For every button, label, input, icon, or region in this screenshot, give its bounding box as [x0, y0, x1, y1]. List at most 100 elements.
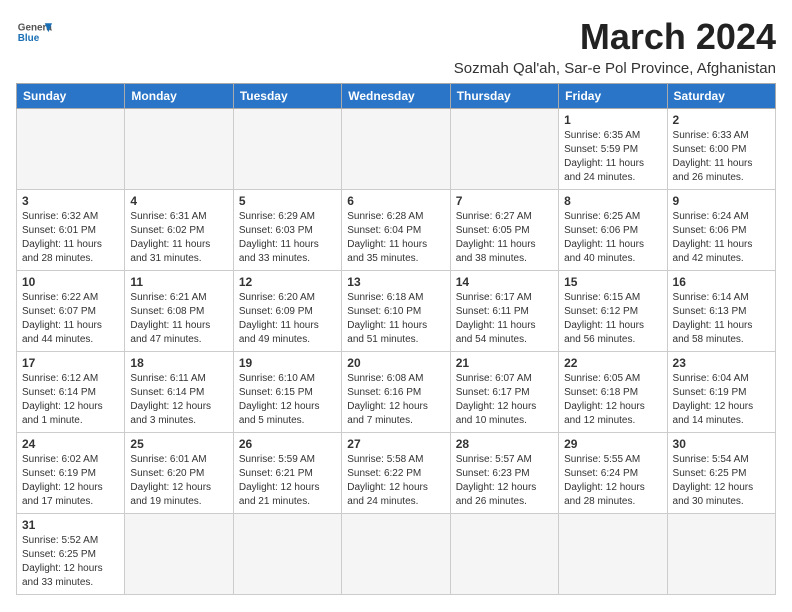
calendar-cell: 24Sunrise: 6:02 AM Sunset: 6:19 PM Dayli… — [17, 433, 125, 514]
day-number: 22 — [564, 356, 661, 370]
day-number: 23 — [673, 356, 770, 370]
calendar-cell: 10 Sunrise: 6:22 AM Sunset: 6:07 PM Dayli… — [17, 271, 125, 352]
day-header-monday: Monday — [125, 84, 233, 109]
day-number: 14 — [456, 275, 553, 289]
day-info: Sunrise: 5:57 AM Sunset: 6:23 PM Dayligh… — [456, 453, 553, 509]
calendar-cell: 29Sunrise: 5:55 AM Sunset: 6:24 PM Dayli… — [559, 433, 667, 514]
day-info: Sunrise: 6:29 AM Sunset: 6:03 PM Dayligh… — [239, 210, 336, 266]
location-subtitle: Sozmah Qal'ah, Sar-e Pol Province, Afgha… — [454, 60, 776, 77]
calendar-cell: 28 Sunrise: 5:57 AM Sunset: 6:23 PM Dayli… — [450, 433, 558, 514]
day-info: Sunrise: 6:11 AM Sunset: 6:14 PM Dayligh… — [130, 372, 227, 428]
day-number: 12 — [239, 275, 336, 289]
day-info: Sunrise: 6:17 AM Sunset: 6:11 PM Dayligh… — [456, 291, 553, 347]
page-header: 🌐 General Blue March 2024 Sozmah Qal'ah,… — [16, 16, 776, 77]
day-info: Sunrise: 5:58 AM Sunset: 6:22 PM Dayligh… — [347, 453, 444, 509]
day-info: Sunrise: 5:59 AM Sunset: 6:21 PM Dayligh… — [239, 453, 336, 509]
day-number: 4 — [130, 194, 227, 208]
calendar-cell: 1 Sunrise: 6:35 AM Sunset: 5:59 PM Daylig… — [559, 109, 667, 190]
title-block: March 2024 Sozmah Qal'ah, Sar-e Pol Prov… — [454, 16, 776, 77]
day-number: 1 — [564, 113, 661, 127]
day-number: 9 — [673, 194, 770, 208]
calendar-cell — [450, 514, 558, 595]
day-header-sunday: Sunday — [17, 84, 125, 109]
calendar-cell: 26Sunrise: 5:59 AM Sunset: 6:21 PM Dayli… — [233, 433, 341, 514]
calendar-cell: 11Sunrise: 6:21 AM Sunset: 6:08 PM Dayli… — [125, 271, 233, 352]
logo-icon: 🌐 General Blue — [16, 16, 52, 52]
calendar-cell: 4Sunrise: 6:31 AM Sunset: 6:02 PM Daylig… — [125, 190, 233, 271]
day-info: Sunrise: 6:18 AM Sunset: 6:10 PM Dayligh… — [347, 291, 444, 347]
day-info: Sunrise: 6:14 AM Sunset: 6:13 PM Dayligh… — [673, 291, 770, 347]
day-number: 3 — [22, 194, 119, 208]
day-header-saturday: Saturday — [667, 84, 775, 109]
calendar-cell: 13 Sunrise: 6:18 AM Sunset: 6:10 PM Dayli… — [342, 271, 450, 352]
day-number: 20 — [347, 356, 444, 370]
calendar-cell: 19Sunrise: 6:10 AM Sunset: 6:15 PM Dayli… — [233, 352, 341, 433]
day-info: Sunrise: 6:32 AM Sunset: 6:01 PM Dayligh… — [22, 210, 119, 266]
calendar-cell: 3 Sunrise: 6:32 AM Sunset: 6:01 PM Daylig… — [17, 190, 125, 271]
calendar-cell — [342, 109, 450, 190]
calendar-table: SundayMondayTuesdayWednesdayThursdayFrid… — [16, 83, 776, 595]
day-number: 17 — [22, 356, 119, 370]
day-info: Sunrise: 6:28 AM Sunset: 6:04 PM Dayligh… — [347, 210, 444, 266]
day-number: 15 — [564, 275, 661, 289]
calendar-cell — [233, 109, 341, 190]
calendar-cell: 8 Sunrise: 6:25 AM Sunset: 6:06 PM Daylig… — [559, 190, 667, 271]
day-info: Sunrise: 6:33 AM Sunset: 6:00 PM Dayligh… — [673, 129, 770, 185]
day-info: Sunrise: 6:07 AM Sunset: 6:17 PM Dayligh… — [456, 372, 553, 428]
day-header-thursday: Thursday — [450, 84, 558, 109]
day-number: 18 — [130, 356, 227, 370]
day-header-friday: Friday — [559, 84, 667, 109]
calendar-cell: 31 Sunrise: 5:52 AM Sunset: 6:25 PM Dayli… — [17, 514, 125, 595]
calendar-cell: 17 Sunrise: 6:12 AM Sunset: 6:14 PM Dayli… — [17, 352, 125, 433]
day-info: Sunrise: 6:02 AM Sunset: 6:19 PM Dayligh… — [22, 453, 119, 509]
day-number: 8 — [564, 194, 661, 208]
day-info: Sunrise: 6:12 AM Sunset: 6:14 PM Dayligh… — [22, 372, 119, 428]
day-number: 28 — [456, 437, 553, 451]
calendar-cell: 2Sunrise: 6:33 AM Sunset: 6:00 PM Daylig… — [667, 109, 775, 190]
day-number: 11 — [130, 275, 227, 289]
day-header-tuesday: Tuesday — [233, 84, 341, 109]
calendar-cell: 14 Sunrise: 6:17 AM Sunset: 6:11 PM Dayli… — [450, 271, 558, 352]
calendar-header-row: SundayMondayTuesdayWednesdayThursdayFrid… — [17, 84, 776, 109]
calendar-cell: 23Sunrise: 6:04 AM Sunset: 6:19 PM Dayli… — [667, 352, 775, 433]
calendar-cell: 6Sunrise: 6:28 AM Sunset: 6:04 PM Daylig… — [342, 190, 450, 271]
day-info: Sunrise: 6:25 AM Sunset: 6:06 PM Dayligh… — [564, 210, 661, 266]
day-header-wednesday: Wednesday — [342, 84, 450, 109]
day-info: Sunrise: 6:24 AM Sunset: 6:06 PM Dayligh… — [673, 210, 770, 266]
calendar-cell — [233, 514, 341, 595]
calendar-cell: 16 Sunrise: 6:14 AM Sunset: 6:13 PM Dayli… — [667, 271, 775, 352]
day-number: 10 — [22, 275, 119, 289]
calendar-cell — [125, 514, 233, 595]
day-info: Sunrise: 6:27 AM Sunset: 6:05 PM Dayligh… — [456, 210, 553, 266]
day-number: 16 — [673, 275, 770, 289]
calendar-cell: 18 Sunrise: 6:11 AM Sunset: 6:14 PM Dayli… — [125, 352, 233, 433]
logo: 🌐 General Blue — [16, 16, 52, 52]
day-info: Sunrise: 6:20 AM Sunset: 6:09 PM Dayligh… — [239, 291, 336, 347]
calendar-week-6: 31 Sunrise: 5:52 AM Sunset: 6:25 PM Dayli… — [17, 514, 776, 595]
day-info: Sunrise: 5:54 AM Sunset: 6:25 PM Dayligh… — [673, 453, 770, 509]
day-number: 31 — [22, 518, 119, 532]
calendar-cell: 27 Sunrise: 5:58 AM Sunset: 6:22 PM Dayli… — [342, 433, 450, 514]
day-number: 25 — [130, 437, 227, 451]
calendar-cell: 5 Sunrise: 6:29 AM Sunset: 6:03 PM Daylig… — [233, 190, 341, 271]
day-info: Sunrise: 6:22 AM Sunset: 6:07 PM Dayligh… — [22, 291, 119, 347]
calendar-cell: 9 Sunrise: 6:24 AM Sunset: 6:06 PM Daylig… — [667, 190, 775, 271]
day-number: 7 — [456, 194, 553, 208]
day-info: Sunrise: 6:35 AM Sunset: 5:59 PM Dayligh… — [564, 129, 661, 185]
day-number: 27 — [347, 437, 444, 451]
day-info: Sunrise: 6:15 AM Sunset: 6:12 PM Dayligh… — [564, 291, 661, 347]
calendar-week-2: 3 Sunrise: 6:32 AM Sunset: 6:01 PM Daylig… — [17, 190, 776, 271]
calendar-cell — [559, 514, 667, 595]
day-number: 29 — [564, 437, 661, 451]
day-info: Sunrise: 6:01 AM Sunset: 6:20 PM Dayligh… — [130, 453, 227, 509]
calendar-cell: 15 Sunrise: 6:15 AM Sunset: 6:12 PM Dayli… — [559, 271, 667, 352]
day-number: 5 — [239, 194, 336, 208]
day-number: 30 — [673, 437, 770, 451]
day-info: Sunrise: 6:10 AM Sunset: 6:15 PM Dayligh… — [239, 372, 336, 428]
calendar-cell: 30 Sunrise: 5:54 AM Sunset: 6:25 PM Dayli… — [667, 433, 775, 514]
calendar-cell — [17, 109, 125, 190]
day-info: Sunrise: 5:52 AM Sunset: 6:25 PM Dayligh… — [22, 534, 119, 590]
calendar-cell: 20 Sunrise: 6:08 AM Sunset: 6:16 PM Dayli… — [342, 352, 450, 433]
day-number: 13 — [347, 275, 444, 289]
day-info: Sunrise: 6:08 AM Sunset: 6:16 PM Dayligh… — [347, 372, 444, 428]
